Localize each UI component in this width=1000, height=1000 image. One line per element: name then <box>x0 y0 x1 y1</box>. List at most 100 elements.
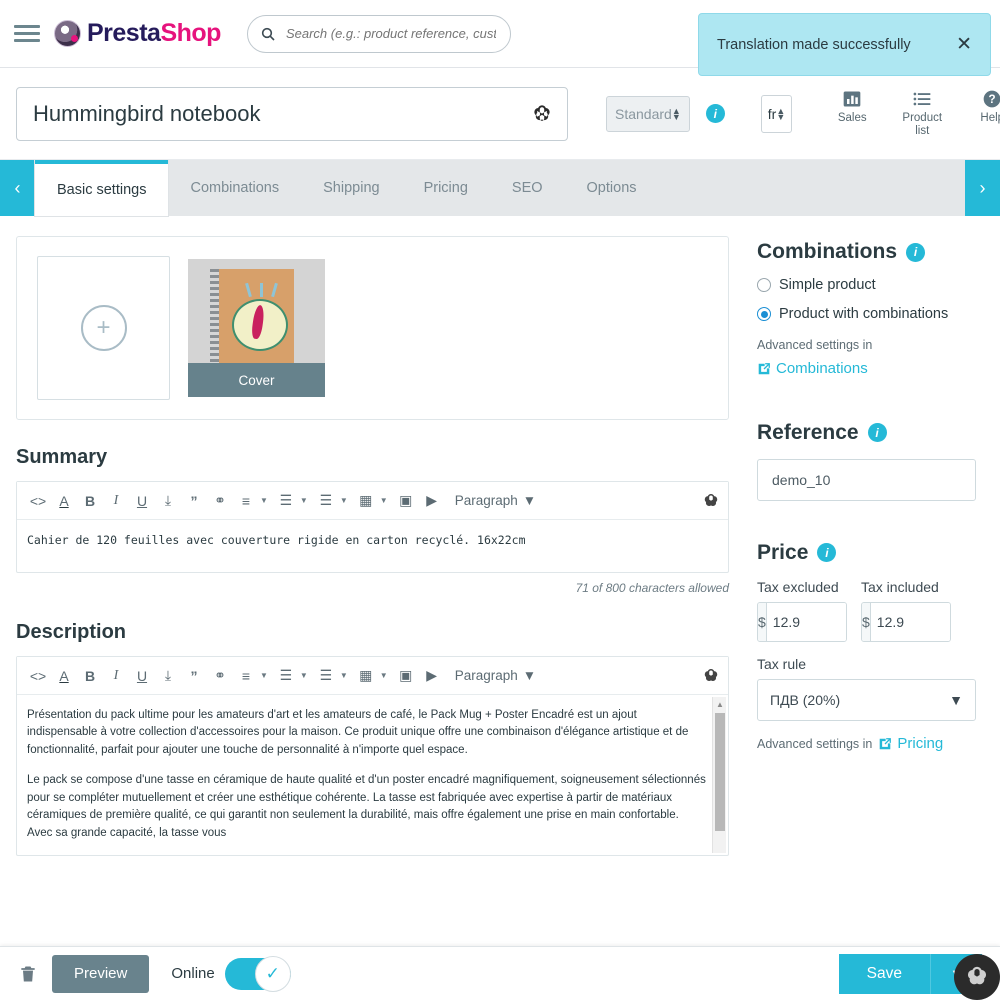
image-icon[interactable]: ▣ <box>393 662 419 690</box>
tax-included-input[interactable] <box>870 603 950 641</box>
reference-input[interactable] <box>757 458 976 501</box>
source-code-icon[interactable]: <> <box>25 487 51 515</box>
link-icon[interactable]: ⚭ <box>207 487 233 515</box>
chevron-down-icon[interactable]: ▼ <box>260 496 268 505</box>
cover-label: Cover <box>188 363 325 397</box>
product-type-info-icon[interactable]: i <box>705 104 725 123</box>
prestashop-logo[interactable]: Presta Shop <box>54 19 221 48</box>
tab-basic-settings[interactable]: Basic settings <box>35 160 169 216</box>
underline-icon[interactable]: U <box>129 662 155 690</box>
tabs-next-button[interactable]: › <box>965 160 1000 216</box>
paragraph-style-dropdown[interactable]: Paragraph ▼ <box>455 668 536 683</box>
preview-button[interactable]: Preview <box>52 954 150 993</box>
underline-icon[interactable]: U <box>129 487 155 515</box>
combinations-link[interactable]: Combinations <box>757 360 868 377</box>
italic-icon[interactable]: I <box>103 662 129 690</box>
hamburger-icon[interactable] <box>14 21 40 46</box>
tab-pricing[interactable]: Pricing <box>402 160 490 216</box>
tab-seo[interactable]: SEO <box>490 160 565 216</box>
tax-rule-select[interactable]: ПДВ (20%) ▼ <box>757 679 976 721</box>
chevron-down-icon[interactable]: ▼ <box>300 496 308 505</box>
blockquote-icon[interactable]: ” <box>181 487 207 515</box>
blockquote-icon[interactable]: ” <box>181 662 207 690</box>
link-icon[interactable]: ⚭ <box>207 662 233 690</box>
table-icon[interactable]: ▦ <box>353 662 379 690</box>
product-type-select[interactable]: Standard ▲ ▼ <box>606 95 690 132</box>
ai-assistant-icon[interactable] <box>702 492 720 510</box>
global-search[interactable] <box>246 14 511 53</box>
list-icon <box>913 92 931 106</box>
chevron-down-icon[interactable]: ▼ <box>380 671 388 680</box>
bold-icon[interactable]: B <box>77 487 103 515</box>
trash-icon[interactable] <box>18 964 38 984</box>
strikethrough-icon[interactable]: ⤓ <box>155 487 181 515</box>
product-name-field[interactable] <box>16 86 568 141</box>
plus-icon: + <box>80 305 127 351</box>
source-code-icon[interactable]: <> <box>25 662 51 690</box>
description-scrollbar[interactable]: ▲ <box>712 697 726 853</box>
external-link-icon <box>758 362 770 374</box>
online-toggle[interactable]: ✓ <box>224 955 291 992</box>
header-action-label: Help <box>980 111 1000 124</box>
reference-info-icon[interactable]: i <box>867 423 887 442</box>
text-color-icon[interactable]: A <box>51 487 77 515</box>
product-name-input[interactable] <box>31 99 531 128</box>
combinations-info-icon[interactable]: i <box>906 242 925 262</box>
numbered-list-icon[interactable]: ☰ <box>313 662 339 690</box>
combinations-advanced-note: Advanced settings in <box>757 338 873 352</box>
radio-simple-product[interactable]: Simple product <box>757 277 976 293</box>
price-fields: Tax excluded $ Tax included $ <box>757 579 976 642</box>
chevron-down-icon[interactable]: ▼ <box>340 671 348 680</box>
header-action-product-list[interactable]: Product list <box>898 89 946 138</box>
pricing-link[interactable]: Pricing <box>878 735 943 752</box>
tab-combinations[interactable]: Combinations <box>168 160 301 216</box>
header-action-sales[interactable]: Sales <box>828 89 876 125</box>
product-image-thumbnail[interactable]: Cover <box>188 259 325 397</box>
numbered-list-icon[interactable]: ☰ <box>313 487 339 515</box>
tax-excluded-input[interactable] <box>766 603 846 641</box>
header-action-help[interactable]: ? Help <box>968 89 1000 125</box>
bullet-list-icon[interactable]: ☰ <box>273 487 299 515</box>
chevron-down-icon[interactable]: ▼ <box>380 496 388 505</box>
chevron-down-icon[interactable]: ▼ <box>260 671 268 680</box>
video-icon[interactable]: ▶ <box>419 662 445 690</box>
bullet-list-icon[interactable]: ☰ <box>273 662 299 690</box>
search-input[interactable] <box>283 25 498 42</box>
language-select[interactable]: fr ▲ ▼ <box>760 94 793 133</box>
align-icon[interactable]: ≡ <box>233 662 259 690</box>
tab-shipping[interactable]: Shipping <box>301 160 401 216</box>
right-column: Combinations i Simple product Product wi… <box>745 216 1000 906</box>
italic-icon[interactable]: I <box>103 487 129 515</box>
chevron-down-icon[interactable]: ▼ <box>340 496 348 505</box>
save-button[interactable]: Save <box>838 953 930 994</box>
paragraph-style-dropdown[interactable]: Paragraph ▼ <box>455 493 536 508</box>
summary-heading: Summary <box>16 446 108 468</box>
scroll-up-icon[interactable]: ▲ <box>716 699 724 711</box>
ai-assistant-icon[interactable] <box>702 667 720 685</box>
table-icon[interactable]: ▦ <box>353 487 379 515</box>
description-editor[interactable]: <> A B I U ⤓ ” ⚭ ≡ ▼ ☰ ▼ ☰ ▼ ▦ ▼ ▣ ▶ Par… <box>16 656 729 856</box>
description-editor-toolbar: <> A B I U ⤓ ” ⚭ ≡ ▼ ☰ ▼ ☰ ▼ ▦ ▼ ▣ ▶ Par… <box>17 657 728 695</box>
ai-assistant-icon[interactable] <box>531 103 553 125</box>
chevron-down-icon[interactable]: ▼ <box>300 671 308 680</box>
assistant-badge-icon[interactable] <box>954 954 1000 1000</box>
tax-included-field[interactable]: $ <box>861 602 951 642</box>
align-icon[interactable]: ≡ <box>233 487 259 515</box>
strikethrough-icon[interactable]: ⤓ <box>155 662 181 690</box>
image-icon[interactable]: ▣ <box>393 487 419 515</box>
scrollbar-thumb[interactable] <box>715 713 725 831</box>
radio-product-with-combinations[interactable]: Product with combinations <box>757 306 976 322</box>
tabs-prev-button[interactable]: ‹ <box>0 160 35 216</box>
price-info-icon[interactable]: i <box>817 543 837 562</box>
description-text[interactable]: Présentation du pack ultime pour les ama… <box>17 695 728 855</box>
text-color-icon[interactable]: A <box>51 662 77 690</box>
video-icon[interactable]: ▶ <box>419 487 445 515</box>
close-icon[interactable]: ✕ <box>956 35 972 54</box>
tax-excluded-field[interactable]: $ <box>757 602 847 642</box>
summary-text[interactable]: Cahier de 120 feuilles avec couverture r… <box>17 520 728 572</box>
add-image-button[interactable]: + <box>37 256 170 400</box>
bold-icon[interactable]: B <box>77 662 103 690</box>
tab-options[interactable]: Options <box>565 160 659 216</box>
header-action-label: Product <box>902 111 943 124</box>
summary-editor[interactable]: <> A B I U ⤓ ” ⚭ ≡ ▼ ☰ ▼ ☰ ▼ ▦ ▼ ▣ ▶ Par… <box>16 481 729 573</box>
